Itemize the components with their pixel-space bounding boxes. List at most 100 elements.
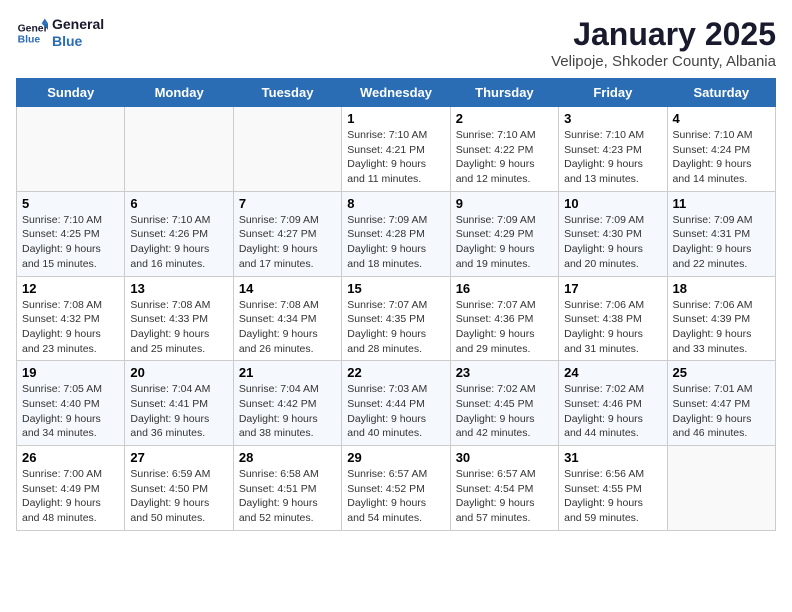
sunset-text: Sunset: 4:44 PM [347,397,444,412]
sunset-text: Sunset: 4:41 PM [130,397,227,412]
day-number: 11 [673,196,770,211]
daylight-text: Daylight: 9 hours and 13 minutes. [564,157,661,186]
day-number: 7 [239,196,336,211]
day-number: 28 [239,450,336,465]
day-info: Sunrise: 7:10 AMSunset: 4:26 PMDaylight:… [130,213,227,272]
daylight-text: Daylight: 9 hours and 19 minutes. [456,242,553,271]
calendar-table: SundayMondayTuesdayWednesdayThursdayFrid… [16,78,776,531]
sunset-text: Sunset: 4:40 PM [22,397,119,412]
calendar-cell: 9Sunrise: 7:09 AMSunset: 4:29 PMDaylight… [450,191,558,276]
day-number: 4 [673,111,770,126]
sunrise-text: Sunrise: 7:09 AM [347,213,444,228]
day-info: Sunrise: 7:09 AMSunset: 4:28 PMDaylight:… [347,213,444,272]
sunset-text: Sunset: 4:54 PM [456,482,553,497]
weekday-header: Friday [559,79,667,107]
day-info: Sunrise: 7:06 AMSunset: 4:39 PMDaylight:… [673,298,770,357]
sunset-text: Sunset: 4:30 PM [564,227,661,242]
daylight-text: Daylight: 9 hours and 29 minutes. [456,327,553,356]
sunrise-text: Sunrise: 7:01 AM [673,382,770,397]
sunrise-text: Sunrise: 7:07 AM [347,298,444,313]
day-number: 12 [22,281,119,296]
sunset-text: Sunset: 4:33 PM [130,312,227,327]
calendar-cell: 22Sunrise: 7:03 AMSunset: 4:44 PMDayligh… [342,361,450,446]
sunrise-text: Sunrise: 7:02 AM [456,382,553,397]
sunset-text: Sunset: 4:27 PM [239,227,336,242]
calendar-cell: 6Sunrise: 7:10 AMSunset: 4:26 PMDaylight… [125,191,233,276]
sunrise-text: Sunrise: 7:00 AM [22,467,119,482]
day-info: Sunrise: 7:10 AMSunset: 4:22 PMDaylight:… [456,128,553,187]
day-info: Sunrise: 7:00 AMSunset: 4:49 PMDaylight:… [22,467,119,526]
calendar-week-row: 26 Sunrise: 7:00 AMSunset: 4:49 PMDayligh… [17,446,776,531]
sunset-text: Sunset: 4:55 PM [564,482,661,497]
calendar-cell: 8 Sunrise: 7:09 AMSunset: 4:28 PMDaylight… [342,191,450,276]
day-number: 8 [347,196,444,211]
calendar-cell: 20Sunrise: 7:04 AMSunset: 4:41 PMDayligh… [125,361,233,446]
day-info: Sunrise: 7:01 AMSunset: 4:47 PMDaylight:… [673,382,770,441]
sunset-text: Sunset: 4:52 PM [347,482,444,497]
calendar-cell: 4 Sunrise: 7:10 AMSunset: 4:24 PMDaylight… [667,107,775,192]
sunrise-text: Sunrise: 7:10 AM [347,128,444,143]
daylight-text: Daylight: 9 hours and 40 minutes. [347,412,444,441]
calendar-cell: 19Sunrise: 7:05 AMSunset: 4:40 PMDayligh… [17,361,125,446]
logo-blue: Blue [52,33,104,50]
sunset-text: Sunset: 4:47 PM [673,397,770,412]
day-info: Sunrise: 7:10 AMSunset: 4:24 PMDaylight:… [673,128,770,187]
daylight-text: Daylight: 9 hours and 23 minutes. [22,327,119,356]
day-number: 1 [347,111,444,126]
title-block: January 2025 Velipoje, Shkoder County, A… [551,16,776,70]
page-header: General Blue General Blue January 2025 V… [16,16,776,70]
sunrise-text: Sunrise: 7:09 AM [564,213,661,228]
day-number: 16 [456,281,553,296]
day-info: Sunrise: 7:04 AMSunset: 4:42 PMDaylight:… [239,382,336,441]
sunrise-text: Sunrise: 6:59 AM [130,467,227,482]
day-info: Sunrise: 7:02 AMSunset: 4:46 PMDaylight:… [564,382,661,441]
calendar-cell [667,446,775,531]
sunrise-text: Sunrise: 7:06 AM [673,298,770,313]
sunrise-text: Sunrise: 6:56 AM [564,467,661,482]
sunset-text: Sunset: 4:46 PM [564,397,661,412]
calendar-week-row: 19Sunrise: 7:05 AMSunset: 4:40 PMDayligh… [17,361,776,446]
calendar-cell: 2Sunrise: 7:10 AMSunset: 4:22 PMDaylight… [450,107,558,192]
calendar-cell: 23Sunrise: 7:02 AMSunset: 4:45 PMDayligh… [450,361,558,446]
sunset-text: Sunset: 4:36 PM [456,312,553,327]
sunset-text: Sunset: 4:31 PM [673,227,770,242]
logo-general: General [52,16,104,33]
sunset-text: Sunset: 4:38 PM [564,312,661,327]
calendar-cell: 18 Sunrise: 7:06 AMSunset: 4:39 PMDayligh… [667,276,775,361]
daylight-text: Daylight: 9 hours and 59 minutes. [564,496,661,525]
day-info: Sunrise: 7:09 AMSunset: 4:31 PMDaylight:… [673,213,770,272]
calendar-header: SundayMondayTuesdayWednesdayThursdayFrid… [17,79,776,107]
sunrise-text: Sunrise: 7:08 AM [239,298,336,313]
sunrise-text: Sunrise: 7:07 AM [456,298,553,313]
calendar-cell: 28Sunrise: 6:58 AMSunset: 4:51 PMDayligh… [233,446,341,531]
day-number: 20 [130,365,227,380]
day-number: 26 [22,450,119,465]
sunset-text: Sunset: 4:29 PM [456,227,553,242]
daylight-text: Daylight: 9 hours and 22 minutes. [673,242,770,271]
daylight-text: Daylight: 9 hours and 54 minutes. [347,496,444,525]
weekday-header: Saturday [667,79,775,107]
day-info: Sunrise: 7:08 AMSunset: 4:32 PMDaylight:… [22,298,119,357]
calendar-cell: 16 Sunrise: 7:07 AMSunset: 4:36 PMDayligh… [450,276,558,361]
weekday-header: Sunday [17,79,125,107]
daylight-text: Daylight: 9 hours and 36 minutes. [130,412,227,441]
day-number: 13 [130,281,227,296]
day-number: 18 [673,281,770,296]
daylight-text: Daylight: 9 hours and 28 minutes. [347,327,444,356]
sunrise-text: Sunrise: 7:06 AM [564,298,661,313]
calendar-cell: 7Sunrise: 7:09 AMSunset: 4:27 PMDaylight… [233,191,341,276]
sunset-text: Sunset: 4:28 PM [347,227,444,242]
calendar-cell: 24Sunrise: 7:02 AMSunset: 4:46 PMDayligh… [559,361,667,446]
day-info: Sunrise: 7:08 AMSunset: 4:34 PMDaylight:… [239,298,336,357]
day-number: 10 [564,196,661,211]
sunset-text: Sunset: 4:22 PM [456,143,553,158]
daylight-text: Daylight: 9 hours and 18 minutes. [347,242,444,271]
calendar-cell: 10Sunrise: 7:09 AMSunset: 4:30 PMDayligh… [559,191,667,276]
daylight-text: Daylight: 9 hours and 50 minutes. [130,496,227,525]
sunset-text: Sunset: 4:24 PM [673,143,770,158]
daylight-text: Daylight: 9 hours and 46 minutes. [673,412,770,441]
sunset-text: Sunset: 4:21 PM [347,143,444,158]
daylight-text: Daylight: 9 hours and 52 minutes. [239,496,336,525]
calendar-title: January 2025 [551,16,776,53]
logo-icon: General Blue [16,17,48,49]
